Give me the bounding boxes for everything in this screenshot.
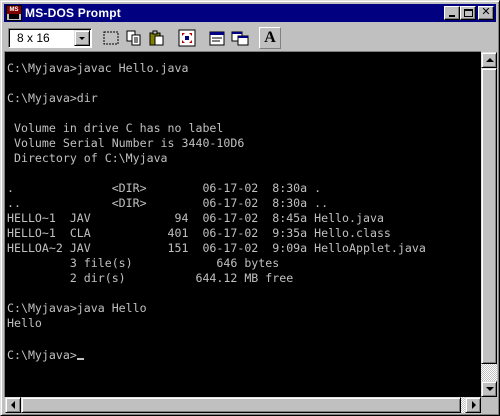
console-output[interactable]: C:\Myjava>javac Hello.java C:\Myjava>dir…: [5, 52, 481, 397]
vertical-scroll-thumb[interactable]: [481, 68, 497, 364]
arrow-right-icon: [472, 401, 476, 409]
arrow-up-icon: [486, 58, 494, 62]
font-icon: A: [264, 29, 276, 46]
console-line: HELLOA~2 JAV 151 06-17-02 9:09a HelloApp…: [7, 241, 426, 255]
maximize-button[interactable]: [460, 6, 476, 20]
scroll-down-button[interactable]: [481, 381, 497, 397]
properties-icon: [209, 31, 225, 46]
minimize-icon: [449, 15, 455, 17]
console-line: Volume in drive C has no label: [13, 121, 224, 135]
title-bar[interactable]: MS MS-DOS Prompt ✕: [4, 4, 496, 22]
console-line: 2 dir(s) 644.12 MB free: [69, 271, 294, 285]
minimize-button[interactable]: [444, 6, 460, 20]
scroll-up-button[interactable]: [481, 52, 497, 68]
scrollbar-corner: [481, 397, 497, 413]
mark-button[interactable]: [100, 27, 122, 49]
scroll-left-button[interactable]: [5, 397, 21, 413]
properties-button[interactable]: [206, 27, 228, 49]
horizontal-scroll-thumb[interactable]: [21, 397, 461, 413]
toolbar: 8 x 16 A: [4, 25, 496, 51]
background-button[interactable]: [229, 27, 251, 49]
font-size-value: 8 x 16: [17, 31, 50, 45]
font-size-select[interactable]: 8 x 16: [8, 28, 92, 48]
console-line: C:\Myjava>dir: [7, 91, 98, 105]
vertical-scrollbar[interactable]: [481, 52, 497, 397]
full-screen-button[interactable]: [176, 27, 198, 49]
maximize-icon: [464, 9, 473, 17]
text-cursor: [76, 346, 84, 360]
console-text: C:\Myjava>javac Hello.java C:\Myjava>dir…: [5, 52, 481, 363]
scroll-right-button[interactable]: [465, 397, 481, 413]
close-icon: ✕: [481, 5, 491, 18]
console-lines: C:\Myjava>javac Hello.java C:\Myjava>dir…: [7, 61, 426, 330]
close-button[interactable]: ✕: [478, 6, 494, 20]
full-screen-icon: [178, 29, 196, 47]
console-line: Directory of C:\Myjava: [13, 151, 168, 165]
mark-icon: [103, 31, 119, 45]
console-line: Hello: [7, 316, 42, 330]
console-line: C:\Myjava>java Hello: [7, 301, 147, 315]
copy-icon: [126, 30, 141, 46]
arrow-down-icon: [486, 387, 494, 391]
console-line: HELLO~1 CLA 401 06-17-02 9:35a Hello.cla…: [7, 226, 391, 240]
console-line: HELLO~1 JAV 94 06-17-02 8:45a Hello.java: [7, 211, 384, 225]
window-title: MS-DOS Prompt: [25, 6, 121, 20]
console-line: Volume Serial Number is 3440-10D6: [13, 136, 245, 150]
dropdown-arrow-icon[interactable]: [74, 30, 90, 46]
paste-button[interactable]: [146, 27, 168, 49]
console-line: . <DIR> 06-17-02 8:30a .: [7, 181, 322, 195]
background-icon: [231, 31, 249, 46]
console-line: 3 file(s) 646 bytes: [69, 256, 280, 270]
command-prompt: C:\Myjava>: [7, 348, 77, 362]
arrow-left-icon: [11, 401, 15, 409]
paste-icon: [149, 30, 164, 46]
ms-dos-prompt-window: MS MS-DOS Prompt ✕ 8 x 16 A C:\Myjava>ja…: [0, 0, 500, 416]
horizontal-scrollbar[interactable]: [5, 397, 481, 413]
ms-dos-app-icon[interactable]: MS: [6, 5, 22, 21]
console-line: .. <DIR> 06-17-02 8:30a ..: [7, 196, 329, 210]
console-line: C:\Myjava>javac Hello.java: [7, 61, 189, 75]
copy-button[interactable]: [123, 27, 145, 49]
font-button[interactable]: A: [259, 27, 281, 49]
app-icon-label: MS: [7, 6, 21, 14]
